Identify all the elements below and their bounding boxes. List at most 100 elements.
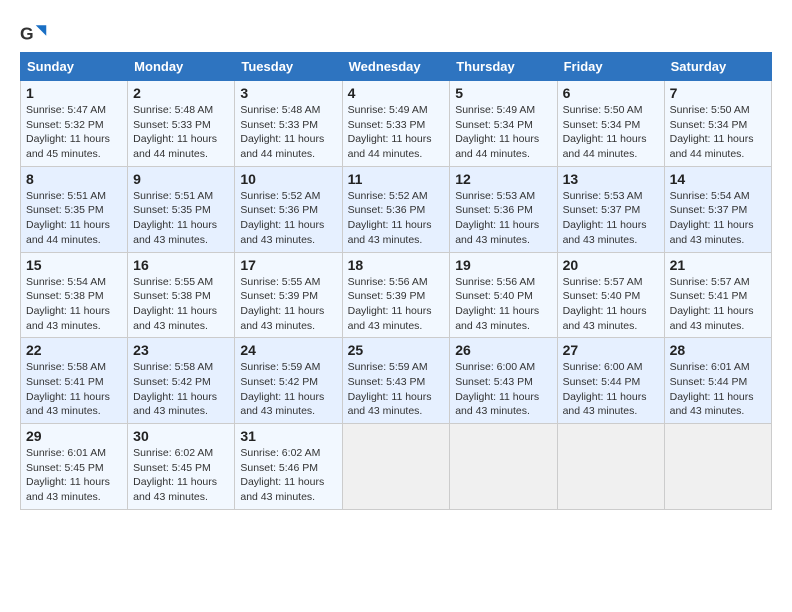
calendar-cell: 7 Sunrise: 5:50 AM Sunset: 5:34 PM Dayli… [664, 81, 771, 167]
day-number: 25 [348, 342, 445, 358]
calendar-cell: 22 Sunrise: 5:58 AM Sunset: 5:41 PM Dayl… [21, 338, 128, 424]
calendar-cell: 3 Sunrise: 5:48 AM Sunset: 5:33 PM Dayli… [235, 81, 342, 167]
calendar-cell: 5 Sunrise: 5:49 AM Sunset: 5:34 PM Dayli… [450, 81, 557, 167]
calendar-cell: 9 Sunrise: 5:51 AM Sunset: 5:35 PM Dayli… [128, 166, 235, 252]
weekday-header-row: SundayMondayTuesdayWednesdayThursdayFrid… [21, 53, 772, 81]
day-info: Sunrise: 5:52 AM Sunset: 5:36 PM Dayligh… [240, 190, 324, 246]
day-info: Sunrise: 6:01 AM Sunset: 5:44 PM Dayligh… [670, 361, 754, 417]
calendar-cell: 11 Sunrise: 5:52 AM Sunset: 5:36 PM Dayl… [342, 166, 450, 252]
day-number: 29 [26, 428, 122, 444]
day-number: 15 [26, 257, 122, 273]
calendar-cell: 12 Sunrise: 5:53 AM Sunset: 5:36 PM Dayl… [450, 166, 557, 252]
day-info: Sunrise: 5:53 AM Sunset: 5:37 PM Dayligh… [563, 190, 647, 246]
day-number: 6 [563, 85, 659, 101]
weekday-header-wednesday: Wednesday [342, 53, 450, 81]
calendar-cell: 26 Sunrise: 6:00 AM Sunset: 5:43 PM Dayl… [450, 338, 557, 424]
day-number: 31 [240, 428, 336, 444]
calendar-week-row: 22 Sunrise: 5:58 AM Sunset: 5:41 PM Dayl… [21, 338, 772, 424]
day-info: Sunrise: 5:53 AM Sunset: 5:36 PM Dayligh… [455, 190, 539, 246]
calendar-cell [342, 424, 450, 510]
svg-text:G: G [20, 23, 34, 43]
day-info: Sunrise: 5:48 AM Sunset: 5:33 PM Dayligh… [133, 104, 217, 160]
day-number: 2 [133, 85, 229, 101]
day-info: Sunrise: 5:50 AM Sunset: 5:34 PM Dayligh… [563, 104, 647, 160]
day-number: 9 [133, 171, 229, 187]
day-number: 18 [348, 257, 445, 273]
calendar-cell: 6 Sunrise: 5:50 AM Sunset: 5:34 PM Dayli… [557, 81, 664, 167]
day-number: 30 [133, 428, 229, 444]
day-info: Sunrise: 5:58 AM Sunset: 5:42 PM Dayligh… [133, 361, 217, 417]
calendar-cell: 31 Sunrise: 6:02 AM Sunset: 5:46 PM Dayl… [235, 424, 342, 510]
day-info: Sunrise: 5:51 AM Sunset: 5:35 PM Dayligh… [26, 190, 110, 246]
day-number: 3 [240, 85, 336, 101]
calendar-cell: 16 Sunrise: 5:55 AM Sunset: 5:38 PM Dayl… [128, 252, 235, 338]
calendar-cell: 30 Sunrise: 6:02 AM Sunset: 5:45 PM Dayl… [128, 424, 235, 510]
calendar-cell: 14 Sunrise: 5:54 AM Sunset: 5:37 PM Dayl… [664, 166, 771, 252]
calendar-cell: 23 Sunrise: 5:58 AM Sunset: 5:42 PM Dayl… [128, 338, 235, 424]
day-info: Sunrise: 5:55 AM Sunset: 5:38 PM Dayligh… [133, 276, 217, 332]
calendar-cell: 18 Sunrise: 5:56 AM Sunset: 5:39 PM Dayl… [342, 252, 450, 338]
day-info: Sunrise: 5:54 AM Sunset: 5:38 PM Dayligh… [26, 276, 110, 332]
day-info: Sunrise: 6:00 AM Sunset: 5:44 PM Dayligh… [563, 361, 647, 417]
logo: G [20, 20, 52, 48]
day-number: 1 [26, 85, 122, 101]
day-info: Sunrise: 5:52 AM Sunset: 5:36 PM Dayligh… [348, 190, 432, 246]
day-number: 5 [455, 85, 551, 101]
calendar-cell: 20 Sunrise: 5:57 AM Sunset: 5:40 PM Dayl… [557, 252, 664, 338]
calendar-cell [557, 424, 664, 510]
day-info: Sunrise: 5:54 AM Sunset: 5:37 PM Dayligh… [670, 190, 754, 246]
day-number: 17 [240, 257, 336, 273]
day-number: 4 [348, 85, 445, 101]
day-info: Sunrise: 5:55 AM Sunset: 5:39 PM Dayligh… [240, 276, 324, 332]
day-number: 16 [133, 257, 229, 273]
day-number: 24 [240, 342, 336, 358]
day-number: 27 [563, 342, 659, 358]
day-number: 8 [26, 171, 122, 187]
logo-icon: G [20, 20, 48, 48]
day-info: Sunrise: 5:56 AM Sunset: 5:39 PM Dayligh… [348, 276, 432, 332]
calendar-cell: 27 Sunrise: 6:00 AM Sunset: 5:44 PM Dayl… [557, 338, 664, 424]
calendar-cell: 15 Sunrise: 5:54 AM Sunset: 5:38 PM Dayl… [21, 252, 128, 338]
calendar-cell: 1 Sunrise: 5:47 AM Sunset: 5:32 PM Dayli… [21, 81, 128, 167]
calendar-cell: 24 Sunrise: 5:59 AM Sunset: 5:42 PM Dayl… [235, 338, 342, 424]
weekday-header-saturday: Saturday [664, 53, 771, 81]
weekday-header-sunday: Sunday [21, 53, 128, 81]
calendar-cell [664, 424, 771, 510]
day-info: Sunrise: 5:49 AM Sunset: 5:33 PM Dayligh… [348, 104, 432, 160]
day-number: 13 [563, 171, 659, 187]
day-number: 21 [670, 257, 766, 273]
day-number: 28 [670, 342, 766, 358]
weekday-header-thursday: Thursday [450, 53, 557, 81]
calendar-cell [450, 424, 557, 510]
day-number: 11 [348, 171, 445, 187]
day-info: Sunrise: 5:51 AM Sunset: 5:35 PM Dayligh… [133, 190, 217, 246]
calendar-cell: 28 Sunrise: 6:01 AM Sunset: 5:44 PM Dayl… [664, 338, 771, 424]
page-header: G [20, 20, 772, 48]
day-number: 14 [670, 171, 766, 187]
weekday-header-monday: Monday [128, 53, 235, 81]
calendar-cell: 13 Sunrise: 5:53 AM Sunset: 5:37 PM Dayl… [557, 166, 664, 252]
calendar-cell: 17 Sunrise: 5:55 AM Sunset: 5:39 PM Dayl… [235, 252, 342, 338]
calendar-cell: 29 Sunrise: 6:01 AM Sunset: 5:45 PM Dayl… [21, 424, 128, 510]
day-info: Sunrise: 5:49 AM Sunset: 5:34 PM Dayligh… [455, 104, 539, 160]
calendar-cell: 19 Sunrise: 5:56 AM Sunset: 5:40 PM Dayl… [450, 252, 557, 338]
day-info: Sunrise: 6:02 AM Sunset: 5:45 PM Dayligh… [133, 447, 217, 503]
day-number: 20 [563, 257, 659, 273]
day-info: Sunrise: 5:50 AM Sunset: 5:34 PM Dayligh… [670, 104, 754, 160]
calendar-table: SundayMondayTuesdayWednesdayThursdayFrid… [20, 52, 772, 510]
calendar-cell: 2 Sunrise: 5:48 AM Sunset: 5:33 PM Dayli… [128, 81, 235, 167]
day-info: Sunrise: 5:47 AM Sunset: 5:32 PM Dayligh… [26, 104, 110, 160]
day-info: Sunrise: 6:00 AM Sunset: 5:43 PM Dayligh… [455, 361, 539, 417]
calendar-cell: 8 Sunrise: 5:51 AM Sunset: 5:35 PM Dayli… [21, 166, 128, 252]
day-number: 7 [670, 85, 766, 101]
day-number: 23 [133, 342, 229, 358]
day-number: 19 [455, 257, 551, 273]
calendar-cell: 21 Sunrise: 5:57 AM Sunset: 5:41 PM Dayl… [664, 252, 771, 338]
day-number: 22 [26, 342, 122, 358]
day-number: 12 [455, 171, 551, 187]
day-info: Sunrise: 6:02 AM Sunset: 5:46 PM Dayligh… [240, 447, 324, 503]
calendar-week-row: 8 Sunrise: 5:51 AM Sunset: 5:35 PM Dayli… [21, 166, 772, 252]
day-info: Sunrise: 5:48 AM Sunset: 5:33 PM Dayligh… [240, 104, 324, 160]
day-number: 26 [455, 342, 551, 358]
calendar-cell: 25 Sunrise: 5:59 AM Sunset: 5:43 PM Dayl… [342, 338, 450, 424]
